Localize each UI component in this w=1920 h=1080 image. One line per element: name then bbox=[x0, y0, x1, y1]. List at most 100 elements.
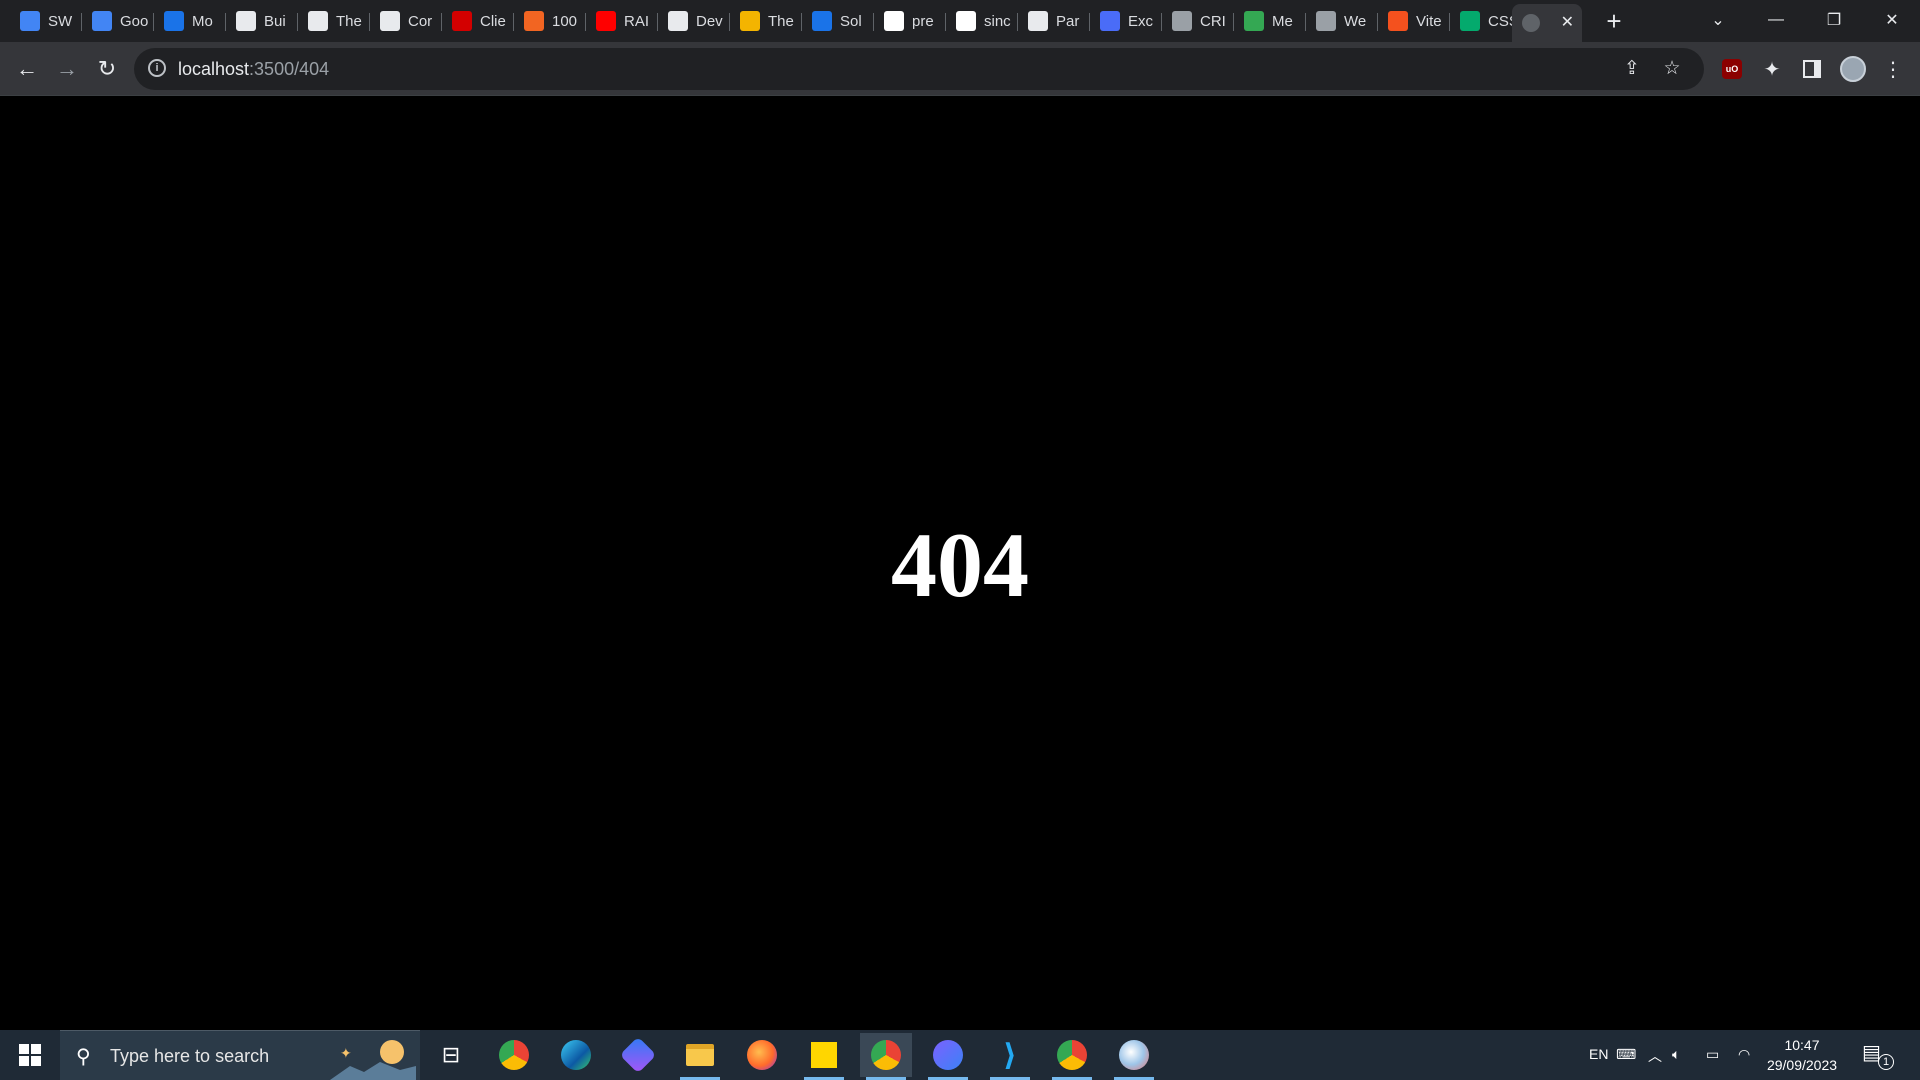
tab-11[interactable]: Sol bbox=[802, 4, 874, 38]
taskbar-copilot[interactable] bbox=[612, 1033, 664, 1077]
youtube-icon bbox=[596, 11, 616, 31]
task-view-button[interactable]: ⊟ bbox=[425, 1033, 477, 1077]
new-tab-button[interactable]: + bbox=[1598, 5, 1630, 37]
tab-15[interactable]: Exc bbox=[1090, 4, 1162, 38]
edge-icon bbox=[561, 1040, 591, 1070]
battery-icon[interactable]: ▭ bbox=[1706, 1046, 1719, 1063]
vscode-icon: ⟩ bbox=[1003, 1038, 1017, 1072]
close-window-button[interactable]: ✕ bbox=[1864, 0, 1920, 40]
restore-button[interactable]: ❐ bbox=[1806, 0, 1862, 40]
profile-avatar[interactable] bbox=[1839, 55, 1867, 83]
wifi-icon[interactable]: ◠ bbox=[1738, 1046, 1750, 1063]
tab-8[interactable]: RAI bbox=[586, 4, 658, 38]
notification-button[interactable]: ▤ 1 bbox=[1862, 1040, 1894, 1070]
tab-13[interactable]: sinc bbox=[946, 4, 1018, 38]
tab-9[interactable]: Dev bbox=[658, 4, 730, 38]
svg-text:✦: ✦ bbox=[340, 1045, 352, 1061]
share-icon[interactable]: ⇪ bbox=[1620, 57, 1644, 81]
taskbar-edge[interactable] bbox=[550, 1033, 602, 1077]
taskbar-file-explorer[interactable] bbox=[674, 1033, 726, 1080]
taskbar-search-box[interactable]: ⚲ Type here to search ✦ bbox=[60, 1030, 420, 1080]
forward-button[interactable]: → bbox=[49, 51, 85, 87]
tab-label: CRI bbox=[1200, 12, 1226, 30]
browser-toolbar: ← → ↻ i localhost:3500/404 ⇪ ☆ uO ✦ ⋮ bbox=[0, 42, 1920, 96]
close-tab-icon[interactable]: ✕ bbox=[1561, 12, 1574, 32]
tab-label: Dev bbox=[696, 12, 723, 30]
error-code-heading: 404 bbox=[891, 514, 1029, 616]
taskbar-firefox[interactable] bbox=[736, 1033, 788, 1077]
tab-10[interactable]: The bbox=[730, 4, 802, 38]
start-button[interactable] bbox=[0, 1030, 60, 1080]
globe-icon bbox=[1316, 11, 1336, 31]
tab-label: Me bbox=[1272, 12, 1293, 30]
firefox-icon bbox=[747, 1040, 777, 1070]
tab-label: Par bbox=[1056, 12, 1080, 30]
site-info-icon[interactable]: i bbox=[148, 59, 166, 77]
tab-label: Exc bbox=[1128, 12, 1154, 30]
reload-button[interactable]: ↻ bbox=[89, 51, 125, 87]
page-viewport: 404 bbox=[0, 97, 1920, 1030]
tab-18[interactable]: We bbox=[1306, 4, 1378, 38]
taskbar: ⚲ Type here to search ✦ ⊟ ⟩ EN ⌨ ︿ 🔈︎ ▭ … bbox=[0, 1030, 1920, 1080]
calendar-icon bbox=[92, 11, 112, 31]
ublock-icon[interactable]: uO bbox=[1718, 55, 1746, 83]
taskbar-paint[interactable] bbox=[1108, 1033, 1160, 1080]
tab-active[interactable]: ✕ bbox=[1512, 4, 1582, 42]
tab-14[interactable]: Par bbox=[1018, 4, 1090, 38]
paint-icon bbox=[1119, 1040, 1149, 1070]
tab-6[interactable]: Clie bbox=[442, 4, 514, 38]
bookmark-star-icon[interactable]: ☆ bbox=[1660, 57, 1684, 81]
search-icon: ⚲ bbox=[76, 1046, 91, 1068]
address-bar[interactable]: i localhost:3500/404 ⇪ ☆ bbox=[134, 48, 1704, 90]
copilot-icon bbox=[619, 1036, 657, 1074]
back-button[interactable]: ← bbox=[9, 51, 45, 87]
w-icon bbox=[452, 11, 472, 31]
taskbar-vscode[interactable]: ⟩ bbox=[984, 1033, 1036, 1080]
tab-label: Clie bbox=[480, 12, 506, 30]
tab-12[interactable]: pre bbox=[874, 4, 946, 38]
tab-3[interactable]: Bui bbox=[226, 4, 298, 38]
tab-4[interactable]: The bbox=[298, 4, 370, 38]
tab-label: 100 bbox=[552, 12, 578, 30]
tab-16[interactable]: CRI bbox=[1162, 4, 1234, 38]
menu-icon[interactable]: ⋮ bbox=[1879, 55, 1907, 83]
pen-icon bbox=[740, 11, 760, 31]
taskbar-sticky-notes[interactable] bbox=[798, 1033, 850, 1080]
contacts-icon bbox=[164, 11, 184, 31]
tab-label: Goo bbox=[120, 12, 149, 30]
taskbar-chrome-2[interactable] bbox=[1046, 1033, 1098, 1080]
tab-2[interactable]: Mo bbox=[154, 4, 226, 38]
extensions-icon[interactable]: ✦ bbox=[1758, 55, 1786, 83]
notification-count: 1 bbox=[1878, 1054, 1894, 1070]
taskbar-chrome[interactable] bbox=[488, 1033, 540, 1077]
vite-icon bbox=[1388, 11, 1408, 31]
tab-17[interactable]: Me bbox=[1234, 4, 1306, 38]
tab-label: Vite bbox=[1416, 12, 1442, 30]
tab-0[interactable]: SW bbox=[10, 4, 82, 38]
tab-7[interactable]: 100 bbox=[514, 4, 586, 38]
minimize-button[interactable]: — bbox=[1748, 0, 1804, 40]
tab-1[interactable]: Goo bbox=[82, 4, 154, 38]
sticky-notes-icon bbox=[811, 1042, 837, 1068]
tab-label: SW bbox=[48, 12, 73, 30]
chrome-app-icon bbox=[933, 1040, 963, 1070]
chevron-up-icon[interactable]: ︿ bbox=[1648, 1046, 1662, 1066]
clock[interactable]: 10:47 29/09/2023 bbox=[1760, 1035, 1844, 1075]
taskbar-chrome-active[interactable] bbox=[860, 1033, 912, 1080]
search-placeholder: Type here to search bbox=[110, 1046, 270, 1066]
task-view-icon: ⊟ bbox=[441, 1042, 461, 1067]
tab-search-button[interactable]: ⌄ bbox=[1690, 0, 1746, 40]
tab-5[interactable]: Cor bbox=[370, 4, 442, 38]
volume-icon[interactable]: 🔈︎ bbox=[1672, 1046, 1680, 1063]
tab-label: Sol bbox=[840, 12, 862, 30]
url-text[interactable]: localhost:3500/404 bbox=[178, 59, 329, 80]
tab-label: sinc bbox=[984, 12, 1011, 30]
keyboard-icon[interactable]: ⌨ bbox=[1616, 1046, 1636, 1063]
language-indicator[interactable]: EN bbox=[1589, 1046, 1608, 1062]
folder-icon bbox=[686, 1044, 714, 1066]
taskbar-chrome-app[interactable] bbox=[922, 1033, 974, 1080]
colorful-icon bbox=[1244, 11, 1264, 31]
tab-19[interactable]: Vite bbox=[1378, 4, 1450, 38]
chrome-icon bbox=[499, 1040, 529, 1070]
side-panel-icon[interactable] bbox=[1798, 55, 1826, 83]
